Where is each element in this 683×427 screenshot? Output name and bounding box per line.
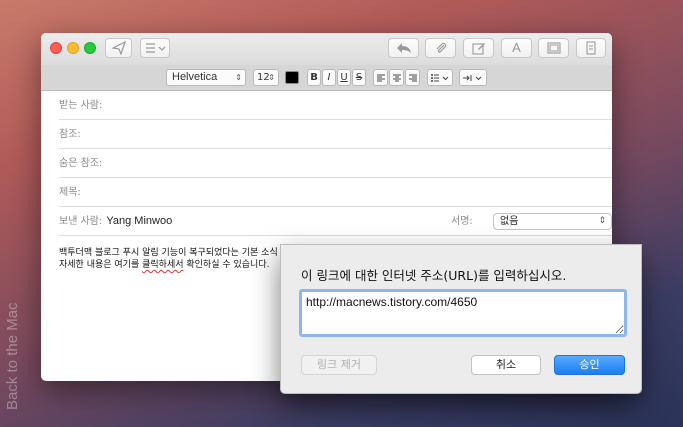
attach-button[interactable] <box>425 38 456 58</box>
cc-label: 참조: <box>59 129 81 140</box>
remove-link-button[interactable]: 링크 제거 <box>301 355 377 375</box>
selected-link-text: 클릭하세서 <box>142 260 184 270</box>
signature-value: 없음 <box>500 216 519 227</box>
indent-icon <box>463 75 482 81</box>
photo-browser-button[interactable] <box>538 38 569 58</box>
to-field[interactable]: 받는 사람: <box>59 91 612 120</box>
bcc-label: 숨은 참조: <box>59 158 103 169</box>
list-icon <box>146 43 166 53</box>
window-icon <box>546 42 561 54</box>
strikethrough-button[interactable]: S <box>352 69 366 86</box>
text-color-swatch[interactable] <box>285 71 299 84</box>
link-dialog: 이 링크에 대한 인터넷 주소(URL)를 입력하십시오. http://mac… <box>280 244 642 394</box>
send-button[interactable] <box>105 38 132 58</box>
align-left-button[interactable] <box>373 69 388 86</box>
signature-label: 서명: <box>451 216 473 227</box>
maximize-button[interactable] <box>84 42 96 54</box>
italic-button[interactable]: I <box>322 69 336 86</box>
bcc-field[interactable]: 숨은 참조: <box>59 149 612 178</box>
align-center-icon <box>392 74 401 82</box>
dialog-title: 이 링크에 대한 인터넷 주소(URL)를 입력하십시오. <box>301 268 567 283</box>
paper-plane-icon <box>110 40 126 56</box>
minimize-button[interactable] <box>67 42 79 54</box>
watermark-text: Back to the Mac <box>4 302 21 410</box>
bullet-list-icon <box>431 74 449 82</box>
cancel-button[interactable]: 취소 <box>471 355 541 375</box>
chevron-updown-icon: ⇕ <box>268 73 275 82</box>
align-right-button[interactable] <box>405 69 420 86</box>
chevron-updown-icon: ⇕ <box>235 73 242 82</box>
subject-label: 제목: <box>59 187 81 198</box>
to-label: 받는 사람: <box>59 100 103 111</box>
url-input[interactable]: http://macnews.tistory.com/4650 <box>299 289 627 337</box>
underline-button[interactable]: U <box>337 69 351 86</box>
align-right-icon <box>408 74 417 82</box>
ok-button[interactable]: 승인 <box>554 355 625 375</box>
body-line-2-end: 확인하실 수 있습니다. <box>183 260 270 270</box>
body-line-2-start: 자세한 내용은 여기를 <box>59 260 143 270</box>
close-button[interactable] <box>50 42 62 54</box>
align-left-icon <box>376 74 385 82</box>
from-label: 보낸 사람: <box>59 216 103 227</box>
compose-icon <box>471 43 485 55</box>
header-fields: 받는 사람: 참조: 숨은 참조: 제목: 보낸 사람: Yang Minwoo … <box>41 91 612 236</box>
font-family-value: Helvetica <box>172 71 218 83</box>
list-style-button[interactable] <box>427 69 453 86</box>
format-bar: Helvetica ⇕ 12 ⇕ B I U S <box>41 65 612 91</box>
template-button[interactable] <box>576 38 606 58</box>
from-value[interactable]: Yang Minwoo <box>106 215 172 227</box>
reply-arrow-icon <box>396 43 411 53</box>
fonts-button[interactable]: A <box>501 38 532 58</box>
titlebar: A <box>41 33 612 65</box>
font-family-select[interactable]: Helvetica ⇕ <box>166 69 246 86</box>
reply-button[interactable] <box>388 38 419 58</box>
font-size-select[interactable]: 12 ⇕ <box>253 69 279 86</box>
chevron-updown-icon: ⇕ <box>598 216 606 226</box>
signature-select[interactable]: 없음 ⇕ <box>493 213 612 230</box>
document-icon <box>586 41 596 55</box>
cc-field[interactable]: 참조: <box>59 120 612 149</box>
bold-button[interactable]: B <box>307 69 321 86</box>
paperclip-icon <box>436 42 446 53</box>
align-center-button[interactable] <box>389 69 404 86</box>
from-field: 보낸 사람: Yang Minwoo 서명: 없음 ⇕ <box>59 207 612 236</box>
subject-field[interactable]: 제목: <box>59 178 612 207</box>
markup-button[interactable] <box>463 38 494 58</box>
indent-button[interactable] <box>459 69 487 86</box>
header-fields-button[interactable] <box>140 38 170 58</box>
